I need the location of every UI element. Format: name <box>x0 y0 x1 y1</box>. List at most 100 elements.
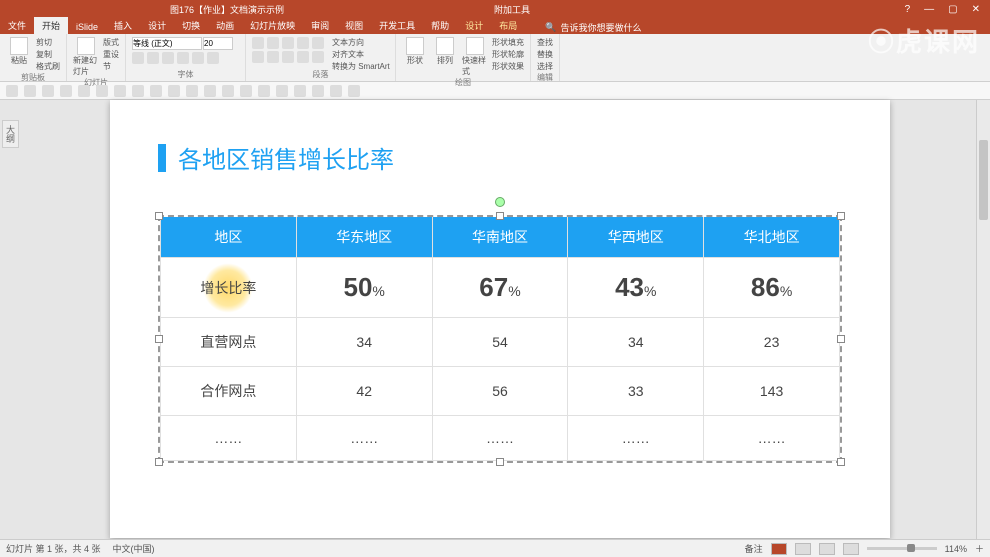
find-button[interactable]: 查找 <box>537 37 553 48</box>
table-row-label[interactable]: 直营网点 <box>161 318 297 367</box>
resize-handle[interactable] <box>155 335 163 343</box>
qat-icon[interactable] <box>330 85 342 97</box>
indent-dec-icon[interactable] <box>282 37 294 49</box>
tab-开发工具[interactable]: 开发工具 <box>371 17 423 34</box>
text-direction-button[interactable]: 文本方向 <box>332 37 390 48</box>
resize-handle[interactable] <box>837 458 845 466</box>
resize-handle[interactable] <box>496 458 504 466</box>
language-indicator[interactable]: 中文(中国) <box>113 542 155 555</box>
tab-动画[interactable]: 动画 <box>208 17 242 34</box>
notes-button[interactable]: 备注 <box>745 542 763 555</box>
shapes-button[interactable]: 形状 <box>402 37 428 66</box>
undo-icon[interactable] <box>24 85 36 97</box>
font-name-select[interactable] <box>132 37 202 50</box>
table-header[interactable]: 华东地区 <box>296 217 432 258</box>
table-cell[interactable]: 33 <box>568 367 704 416</box>
table-cell[interactable]: 43% <box>568 258 704 318</box>
table-cell[interactable]: 86% <box>704 258 840 318</box>
select-button[interactable]: 选择 <box>537 61 553 72</box>
table-header[interactable]: 地区 <box>161 217 297 258</box>
align-text-button[interactable]: 对齐文本 <box>332 49 390 60</box>
slideshow-view-icon[interactable] <box>843 543 859 555</box>
table-cell[interactable]: 143 <box>704 367 840 416</box>
bullets-icon[interactable] <box>252 37 264 49</box>
resize-handle[interactable] <box>496 212 504 220</box>
shape-fill-button[interactable]: 形状填充 <box>492 37 524 48</box>
section-button[interactable]: 节 <box>103 61 119 72</box>
tab-插入[interactable]: 插入 <box>106 17 140 34</box>
replace-button[interactable]: 替换 <box>537 49 553 60</box>
redo-icon[interactable] <box>42 85 54 97</box>
qat-icon[interactable] <box>60 85 72 97</box>
indent-inc-icon[interactable] <box>297 37 309 49</box>
qat-icon[interactable] <box>204 85 216 97</box>
qat-icon[interactable] <box>294 85 306 97</box>
tell-me-search[interactable]: 🔍 告诉我你想要做什么 <box>545 21 641 34</box>
new-slide-button[interactable]: 新建幻灯片 <box>73 37 99 77</box>
tab-设计[interactable]: 设计 <box>140 17 174 34</box>
smartart-button[interactable]: 转换为 SmartArt <box>332 61 390 72</box>
table-row-label[interactable]: 增长比率 <box>161 258 297 318</box>
align-right-icon[interactable] <box>282 51 294 63</box>
table-cell[interactable]: 50% <box>296 258 432 318</box>
tab-文件[interactable]: 文件 <box>0 17 34 34</box>
table-row-label[interactable]: …… <box>161 416 297 461</box>
table-cell[interactable]: …… <box>704 416 840 461</box>
align-left-icon[interactable] <box>252 51 264 63</box>
copy-button[interactable]: 复制 <box>36 49 60 60</box>
minimize-icon[interactable]: — <box>924 4 934 15</box>
table-cell[interactable]: …… <box>296 416 432 461</box>
qat-icon[interactable] <box>132 85 144 97</box>
fit-to-window-icon[interactable]: ＋ <box>975 542 984 555</box>
tab-布局[interactable]: 布局 <box>491 17 525 34</box>
rotate-handle[interactable] <box>495 197 505 207</box>
qat-icon[interactable] <box>186 85 198 97</box>
qat-icon[interactable] <box>222 85 234 97</box>
scrollbar-thumb[interactable] <box>979 140 988 220</box>
table-selection[interactable]: 地区华东地区华南地区华西地区华北地区 增长比率50%67%43%86%直营网点3… <box>158 215 842 463</box>
qat-icon[interactable] <box>240 85 252 97</box>
sorter-view-icon[interactable] <box>795 543 811 555</box>
font-color-icon[interactable] <box>207 52 219 64</box>
reset-button[interactable]: 重设 <box>103 49 119 60</box>
qat-icon[interactable] <box>312 85 324 97</box>
outline-tab[interactable]: 大纲 <box>2 120 19 148</box>
format-painter-button[interactable]: 格式刷 <box>36 61 60 72</box>
tab-设计[interactable]: 设计 <box>457 17 491 34</box>
columns-icon[interactable] <box>312 51 324 63</box>
align-center-icon[interactable] <box>267 51 279 63</box>
table-cell[interactable]: 42 <box>296 367 432 416</box>
tab-幻灯片放映[interactable]: 幻灯片放映 <box>242 17 303 34</box>
table-cell[interactable]: 34 <box>568 318 704 367</box>
table-header[interactable]: 华北地区 <box>704 217 840 258</box>
layout-button[interactable]: 版式 <box>103 37 119 48</box>
save-icon[interactable] <box>6 85 18 97</box>
table-cell[interactable]: 67% <box>432 258 568 318</box>
tab-视图[interactable]: 视图 <box>337 17 371 34</box>
cut-button[interactable]: 剪切 <box>36 37 60 48</box>
tab-帮助[interactable]: 帮助 <box>423 17 457 34</box>
tab-审阅[interactable]: 审阅 <box>303 17 337 34</box>
shape-outline-button[interactable]: 形状轮廓 <box>492 49 524 60</box>
underline-icon[interactable] <box>162 52 174 64</box>
qat-icon[interactable] <box>258 85 270 97</box>
font-size-select[interactable] <box>203 37 233 50</box>
resize-handle[interactable] <box>837 212 845 220</box>
close-icon[interactable]: ✕ <box>972 4 980 15</box>
zoom-slider[interactable] <box>867 547 937 550</box>
table-cell[interactable]: 34 <box>296 318 432 367</box>
italic-icon[interactable] <box>147 52 159 64</box>
table-row-label[interactable]: 合作网点 <box>161 367 297 416</box>
qat-icon[interactable] <box>276 85 288 97</box>
resize-handle[interactable] <box>837 335 845 343</box>
help-icon[interactable]: ? <box>905 4 911 15</box>
tab-开始[interactable]: 开始 <box>34 17 68 34</box>
resize-handle[interactable] <box>155 458 163 466</box>
qat-icon[interactable] <box>348 85 360 97</box>
strike-icon[interactable] <box>192 52 204 64</box>
vertical-scrollbar[interactable] <box>976 100 990 539</box>
justify-icon[interactable] <box>297 51 309 63</box>
shape-effects-button[interactable]: 形状效果 <box>492 61 524 72</box>
line-spacing-icon[interactable] <box>312 37 324 49</box>
slide[interactable]: 各地区销售增长比率 地区华东地区华南地区华西地区华北地区 增长比率50%67%4… <box>110 100 890 538</box>
